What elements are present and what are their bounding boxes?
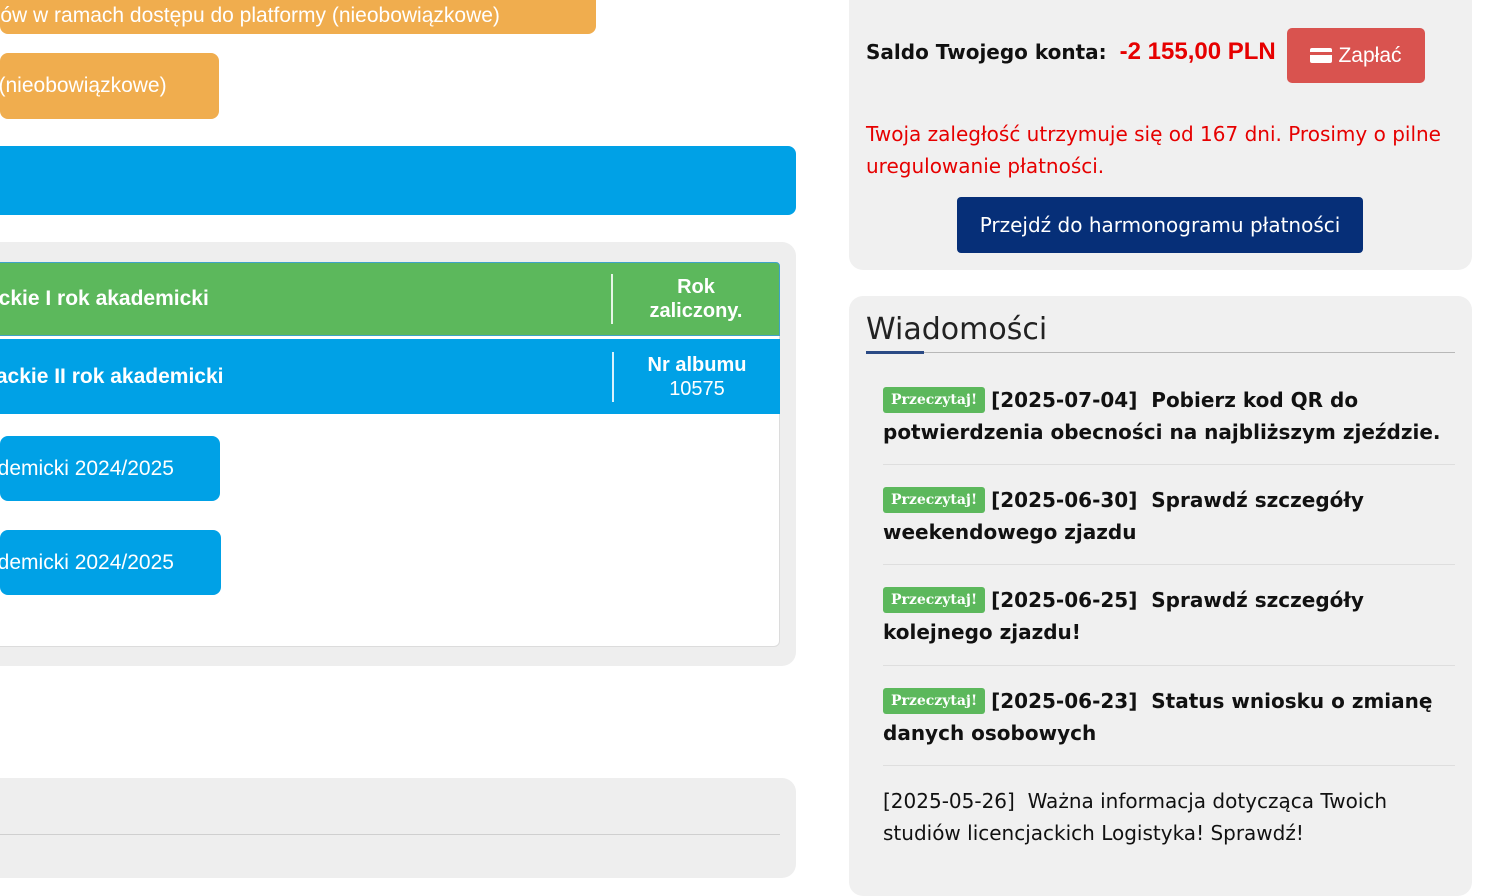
payment-schedule-button[interactable]: Przejdź do harmonogramu płatności: [957, 197, 1363, 253]
message-date: [2025-06-25]: [991, 588, 1138, 612]
unread-badge: Przeczytaj!: [883, 688, 986, 714]
year-status-line1: Rok: [677, 276, 715, 298]
year-row-first[interactable]: ackie I rok akademicki Rok zaliczony.: [0, 262, 780, 336]
overdue-warning: Twoja zaległość utrzymuje się od 167 dni…: [866, 122, 1441, 178]
album-number-value: 10575: [669, 377, 725, 400]
academic-year-label: ademicki 2024/2025: [0, 456, 174, 480]
pay-button-label: Zapłać: [1338, 43, 1402, 67]
optional-button-label: i (nieobowiązkowe): [0, 74, 167, 97]
lower-panel: [0, 778, 796, 878]
year-row-second[interactable]: jackie II rok akademicki Nr albumu 10575: [0, 339, 780, 414]
message-item[interactable]: Przeczytaj! [2025-06-23] Status wniosku o…: [883, 685, 1443, 749]
message-item[interactable]: Przeczytaj! [2025-07-04] Pobierz kod QR d…: [883, 384, 1443, 448]
message-divider: [883, 564, 1455, 565]
platform-access-button[interactable]: nerów w ramach dostępu do platformy (nie…: [0, 0, 596, 34]
year-status: Rok zaliczony.: [613, 275, 779, 323]
lower-panel-divider: [0, 834, 780, 835]
platform-access-label: nerów w ramach dostępu do platformy (nie…: [0, 4, 500, 27]
unread-badge: Przeczytaj!: [883, 487, 986, 513]
unread-badge: Przeczytaj!: [883, 587, 986, 613]
message-item[interactable]: Przeczytaj! [2025-06-30] Sprawdź szczegół…: [883, 484, 1443, 548]
academic-year-label: ademicki 2024/2025: [0, 550, 174, 574]
album-number: Nr albumu 10575: [614, 353, 780, 401]
messages-title: Wiadomości: [866, 312, 1048, 347]
unread-badge: Przeczytaj!: [883, 387, 986, 413]
messages-title-divider: [866, 352, 1455, 353]
message-divider: [883, 765, 1455, 766]
payment-schedule-label: Przejdź do harmonogramu płatności: [979, 213, 1341, 237]
balance-label: Saldo Twojego konta:: [866, 40, 1107, 64]
year-status-line2: zaliczony.: [649, 300, 743, 322]
year-row-label: jackie II rok akademicki: [0, 364, 224, 388]
message-divider: [883, 665, 1455, 666]
message-item[interactable]: Przeczytaj! [2025-06-25] Sprawdź szczegół…: [883, 584, 1443, 648]
message-divider: [883, 464, 1455, 465]
album-number-label: Nr albumu: [647, 353, 747, 376]
academic-year-button-1[interactable]: ademicki 2024/2025: [0, 436, 220, 501]
message-date: [2025-06-30]: [991, 488, 1138, 512]
section-header-bar: [0, 146, 796, 215]
credit-card-icon: [1310, 48, 1333, 63]
optional-button[interactable]: i (nieobowiązkowe): [0, 53, 219, 119]
message-date: [2025-06-23]: [991, 689, 1138, 713]
academic-year-button-2[interactable]: ademicki 2024/2025: [0, 530, 221, 595]
balance-value: -2 155,00 PLN: [1119, 38, 1276, 65]
year-row-label: ackie I rok akademicki: [0, 287, 209, 310]
pay-button[interactable]: Zapłać: [1287, 28, 1425, 83]
balance-line: Saldo Twojego konta: -2 155,00 PLN: [866, 38, 1276, 66]
message-item[interactable]: [2025-05-26] Ważna informacja dotycząca …: [883, 785, 1443, 849]
messages-title-accent: [866, 351, 924, 354]
message-date: [2025-05-26]: [883, 789, 1015, 813]
message-date: [2025-07-04]: [991, 388, 1138, 412]
